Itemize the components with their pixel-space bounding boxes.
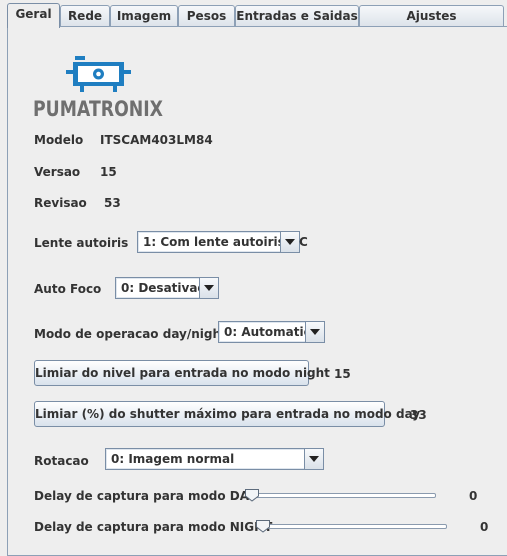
tab-imagem[interactable]: Imagem <box>110 5 178 26</box>
limiar-nivel-value: 15 <box>334 367 351 381</box>
delay-night-value: 0 <box>480 520 489 534</box>
delay-night-label: Delay de captura para modo NIGHT <box>34 520 273 534</box>
rotacao-label: Rotacao <box>34 454 89 468</box>
tab-entradas-e-saidas[interactable]: Entradas e Saidas <box>235 5 359 26</box>
modelo-value: ITSCAM403LM84 <box>100 133 213 147</box>
tab-pesos[interactable]: Pesos <box>178 5 235 26</box>
versao-label: Versao <box>34 165 81 179</box>
tab-geral[interactable]: Geral <box>7 3 60 28</box>
lente-autoiris-select[interactable]: 1: Com lente autoiris DC <box>137 231 308 253</box>
pumatronix-logo-image: PUMATRONIX <box>33 56 163 121</box>
rotacao-select[interactable]: 0: Imagem normal <box>105 448 324 470</box>
chevron-down-icon[interactable] <box>304 449 323 469</box>
modelo-label: Modelo <box>34 133 84 147</box>
pumatronix-logo: PUMATRONIX <box>32 54 164 121</box>
logo-text: PUMATRONIX <box>33 97 163 120</box>
modo-day-night-label: Modo de operacao day/night <box>34 327 227 341</box>
lente-autoiris-label: Lente autoiris <box>34 236 129 250</box>
tab-bar: Geral Rede Imagem Pesos Entradas e Saida… <box>0 0 507 43</box>
delay-day-slider-track[interactable] <box>247 493 436 498</box>
limiar-shutter-day-button[interactable]: Limiar (%) do shutter máximo para entrad… <box>34 401 420 427</box>
rotacao-value: 0: Imagem normal <box>111 452 235 466</box>
delay-day-value: 0 <box>469 489 478 503</box>
auto-foco-label: Auto Foco <box>34 282 102 296</box>
tab-rede[interactable]: Rede <box>60 5 110 26</box>
chevron-down-icon[interactable] <box>280 232 299 252</box>
limiar-nivel-night-button[interactable]: Limiar do nivel para entrada no modo nig… <box>34 360 330 386</box>
delay-day-label: Delay de captura para modo DAY <box>34 489 257 503</box>
auto-foco-select[interactable]: 0: Desativado <box>115 277 219 299</box>
revisao-label: Revisao <box>34 196 87 210</box>
chevron-down-icon[interactable] <box>305 322 324 342</box>
delay-day-slider-thumb[interactable] <box>244 488 260 502</box>
versao-value: 15 <box>100 165 117 179</box>
chevron-down-icon[interactable] <box>199 278 218 298</box>
delay-night-slider-thumb[interactable] <box>255 519 271 533</box>
modo-day-night-select[interactable]: 0: Automatico <box>218 321 325 343</box>
limiar-shutter-value: 33 <box>410 408 427 422</box>
tab-ajustes-diferenciados[interactable]: Ajustes diferenciados <box>359 5 504 43</box>
delay-night-slider-track[interactable] <box>258 524 447 529</box>
revisao-value: 53 <box>104 196 121 210</box>
